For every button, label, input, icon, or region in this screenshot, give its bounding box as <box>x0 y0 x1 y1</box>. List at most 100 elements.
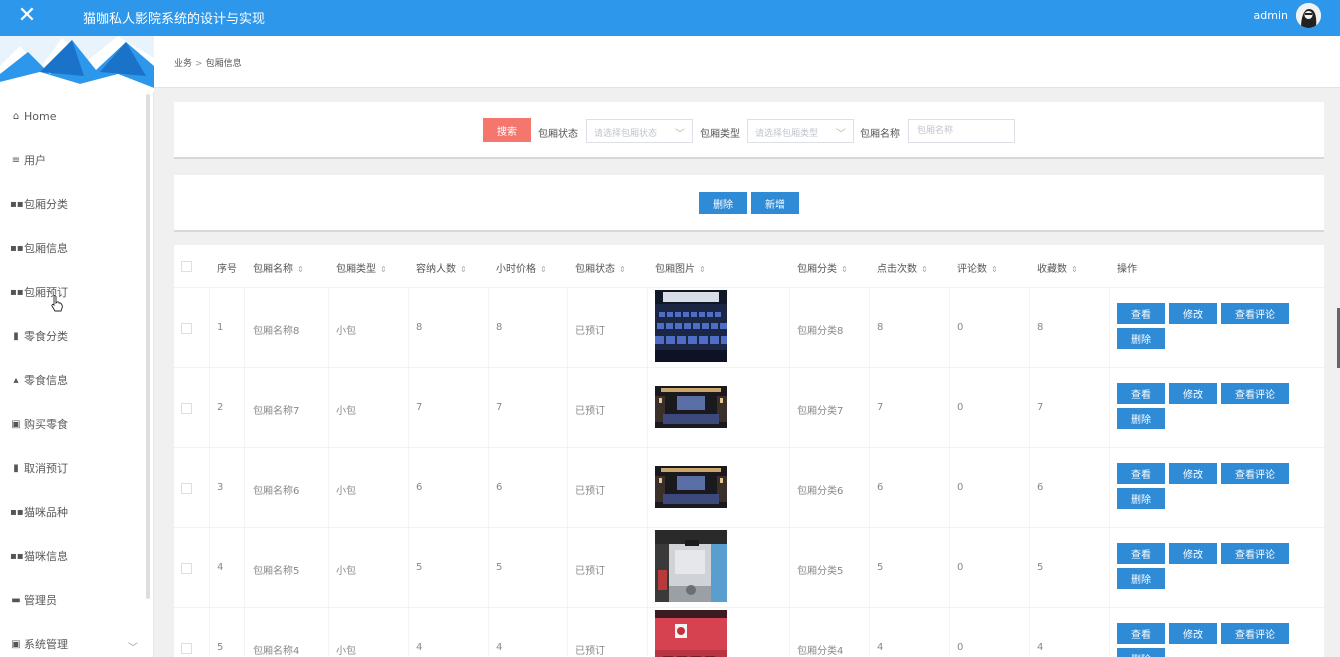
column-header-favorites[interactable]: 收藏数 ⇕ <box>1037 260 1078 275</box>
status-select[interactable]: 请选择包厢状态 ﹀ <box>586 119 693 143</box>
sidebar-item-snack-info[interactable]: ▴ 零食信息 <box>10 370 68 390</box>
sort-icon[interactable]: ⇕ <box>991 265 998 274</box>
sort-icon[interactable]: ⇕ <box>540 265 547 274</box>
sidebar-item-room-category[interactable]: ▪▪ 包厢分类 <box>10 194 68 214</box>
sidebar-item-cat-breed[interactable]: ▪▪ 猫咪品种 <box>10 502 68 522</box>
sort-icon[interactable]: ⇕ <box>841 265 848 274</box>
sidebar-item-snack-category[interactable]: ▮ 零食分类 <box>10 326 68 346</box>
cell-name: 包厢名称8 <box>253 326 300 337</box>
sidebar-item-label: 系统管理 <box>24 638 68 651</box>
edit-button[interactable]: 修改 <box>1169 383 1217 404</box>
bar-chart-icon: ▮ <box>13 462 19 474</box>
chevron-down-icon[interactable]: ﹀ <box>128 639 138 654</box>
list-icon: ≡ <box>11 154 21 166</box>
cell-capacity: 8 <box>416 322 423 333</box>
admin-username[interactable]: admin <box>1254 9 1288 22</box>
type-select[interactable]: 请选择包厢类型 ﹀ <box>747 119 854 143</box>
cell-name: 包厢名称4 <box>253 646 300 657</box>
view-button[interactable]: 查看 <box>1117 623 1165 644</box>
close-icon[interactable]: ✕ <box>16 4 38 28</box>
view-button[interactable]: 查看 <box>1117 543 1165 564</box>
column-header-clicks[interactable]: 点击次数 ⇕ <box>877 260 928 275</box>
cell-type: 小包 <box>336 326 356 337</box>
view-comments-button[interactable]: 查看评论 <box>1221 623 1289 644</box>
delete-button[interactable]: 删除 <box>1117 488 1165 509</box>
sort-icon[interactable]: ⇕ <box>380 265 387 274</box>
view-comments-button[interactable]: 查看评论 <box>1221 463 1289 484</box>
action-panel: 删除 新增 <box>174 175 1324 232</box>
sort-icon[interactable]: ⇕ <box>921 265 928 274</box>
bulk-delete-button[interactable]: 删除 <box>699 192 747 214</box>
delete-button[interactable]: 删除 <box>1117 408 1165 429</box>
column-header-price[interactable]: 小时价格 ⇕ <box>496 260 547 275</box>
sidebar-item-room-info[interactable]: ▪▪ 包厢信息 <box>10 238 68 258</box>
home-icon: ⌂ <box>12 110 20 122</box>
grid-icon: ▪▪ <box>10 242 24 254</box>
breadcrumb-parent[interactable]: 业务 <box>174 59 192 69</box>
cell-status: 已预订 <box>575 406 605 417</box>
sort-icon[interactable]: ⇕ <box>1071 265 1078 274</box>
column-header-image[interactable]: 包厢图片 ⇕ <box>655 260 706 275</box>
edit-button[interactable]: 修改 <box>1169 463 1217 484</box>
cell-capacity: 5 <box>416 562 423 573</box>
column-header-capacity[interactable]: 容纳人数 ⇕ <box>416 260 467 275</box>
name-input[interactable] <box>908 119 1015 143</box>
avatar[interactable] <box>1296 3 1321 28</box>
sort-icon[interactable]: ⇕ <box>460 265 467 274</box>
sidebar-item-admin[interactable]: ▬ 管理员 <box>10 590 57 610</box>
delete-button[interactable]: 删除 <box>1117 328 1165 349</box>
cell-status: 已预订 <box>575 326 605 337</box>
sidebar-scrollbar[interactable] <box>146 94 150 599</box>
grid-icon: ▪▪ <box>10 286 24 298</box>
view-comments-button[interactable]: 查看评论 <box>1221 543 1289 564</box>
delete-button[interactable]: 删除 <box>1117 568 1165 589</box>
cell-comments: 0 <box>957 642 964 653</box>
row-checkbox[interactable] <box>181 323 192 334</box>
sidebar-item-users[interactable]: ≡ 用户 <box>10 150 46 170</box>
sidebar-item-cancel-booking[interactable]: ▮ 取消预订 <box>10 458 68 478</box>
view-comments-button[interactable]: 查看评论 <box>1221 303 1289 324</box>
view-button[interactable]: 查看 <box>1117 383 1165 404</box>
sidebar-item-system[interactable]: ▣ 系统管理 <box>10 634 68 654</box>
sidebar-banner <box>0 36 154 92</box>
cell-comments: 0 <box>957 322 964 333</box>
cell-price: 6 <box>496 482 503 493</box>
column-header-comments[interactable]: 评论数 ⇕ <box>957 260 998 275</box>
row-checkbox[interactable] <box>181 483 192 494</box>
row-checkbox[interactable] <box>181 563 192 574</box>
cell-capacity: 7 <box>416 402 423 413</box>
sort-icon[interactable]: ⇕ <box>699 265 706 274</box>
table-row: 3 包厢名称6 小包 6 6 已预订 包厢分类6 6 0 6 查看 修改 查看评… <box>174 447 1324 528</box>
view-button[interactable]: 查看 <box>1117 303 1165 324</box>
sidebar-item-buy-snack[interactable]: ▣ 购买零食 <box>10 414 68 434</box>
sidebar-item-cat-info[interactable]: ▪▪ 猫咪信息 <box>10 546 68 566</box>
column-header-status[interactable]: 包厢状态 ⇕ <box>575 260 626 275</box>
column-header-name[interactable]: 包厢名称 ⇕ <box>253 260 304 275</box>
sidebar-item-home[interactable]: ⌂ Home <box>10 106 57 126</box>
delete-button[interactable]: 删除 <box>1117 648 1165 657</box>
type-select-placeholder: 请选择包厢类型 <box>755 129 819 139</box>
column-header-index: 序号 <box>217 264 237 275</box>
column-header-category[interactable]: 包厢分类 ⇕ <box>797 260 848 275</box>
add-button[interactable]: 新增 <box>751 192 799 214</box>
view-comments-button[interactable]: 查看评论 <box>1221 383 1289 404</box>
edit-button[interactable]: 修改 <box>1169 303 1217 324</box>
edit-button[interactable]: 修改 <box>1169 543 1217 564</box>
column-header-type[interactable]: 包厢类型 ⇕ <box>336 260 387 275</box>
row-checkbox[interactable] <box>181 643 192 654</box>
table-row: 5 包厢名称4 小包 4 4 已预订 包厢分类4 4 0 4 查看 修改 查看评… <box>174 607 1324 657</box>
bar-chart-icon: ▮ <box>13 330 19 342</box>
thumbs-up-icon: ▴ <box>13 374 19 386</box>
select-all-checkbox[interactable] <box>181 261 192 272</box>
sort-icon[interactable]: ⇕ <box>619 265 626 274</box>
view-button[interactable]: 查看 <box>1117 463 1165 484</box>
grid-icon: ▪▪ <box>10 506 24 518</box>
sort-icon[interactable]: ⇕ <box>297 265 304 274</box>
edit-button[interactable]: 修改 <box>1169 623 1217 644</box>
cell-favorites: 5 <box>1037 562 1044 573</box>
cinema-seats-image <box>655 290 727 362</box>
clipboard-icon: ▣ <box>11 418 21 430</box>
cell-status: 已预订 <box>575 486 605 497</box>
row-checkbox[interactable] <box>181 403 192 414</box>
search-button[interactable]: 搜索 <box>483 118 531 142</box>
